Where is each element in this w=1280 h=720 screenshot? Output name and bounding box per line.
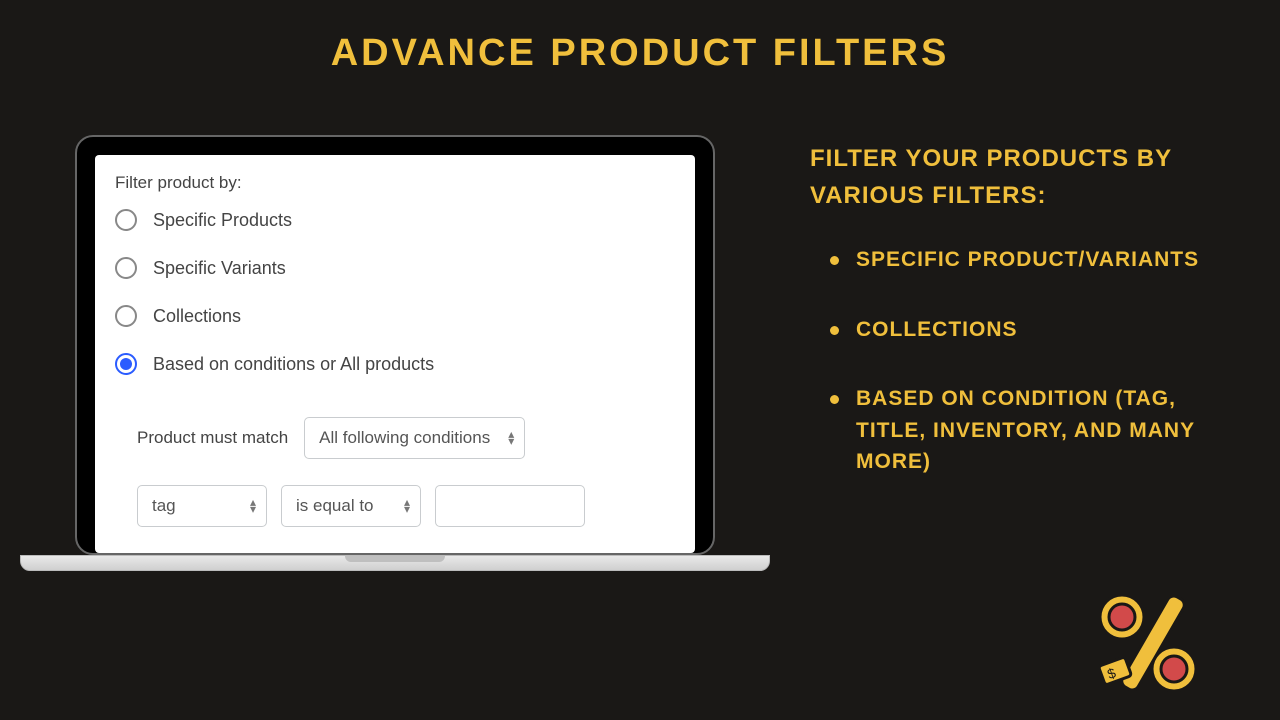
page-title: Advance Product Filters: [0, 0, 1280, 75]
percent-icon: $: [1088, 587, 1208, 702]
bullet-item: Based on Condition (Tag, Title, Inventor…: [830, 383, 1210, 478]
bullet-item: Collections: [830, 314, 1210, 346]
filter-section-label: Filter product by:: [115, 173, 675, 193]
radio-specific-variants[interactable]: Specific Variants: [115, 257, 675, 279]
radio-icon: [115, 353, 137, 375]
condition-value-input[interactable]: [435, 485, 585, 527]
condition-field-select[interactable]: tag ▴▾: [137, 485, 267, 527]
laptop-screen: Filter product by: Specific Products Spe…: [95, 155, 695, 553]
radio-label: Based on conditions or All products: [153, 354, 434, 375]
radio-collections[interactable]: Collections: [115, 305, 675, 327]
radio-label: Collections: [153, 306, 241, 327]
match-row: Product must match All following conditi…: [137, 417, 675, 459]
radio-label: Specific Variants: [153, 258, 286, 279]
select-chevron-icon: ▴▾: [508, 431, 514, 445]
select-chevron-icon: ▴▾: [404, 499, 410, 513]
condition-field-value: tag: [152, 496, 176, 515]
match-select[interactable]: All following conditions ▴▾: [304, 417, 525, 459]
match-select-value: All following conditions: [319, 428, 490, 447]
radio-icon: [115, 257, 137, 279]
radio-conditions[interactable]: Based on conditions or All products: [115, 353, 675, 375]
radio-icon: [115, 305, 137, 327]
side-copy: Filter your products by various filters:…: [770, 135, 1210, 571]
main-content: Filter product by: Specific Products Spe…: [0, 75, 1280, 571]
laptop-notch: [345, 556, 445, 562]
match-label: Product must match: [137, 428, 288, 448]
radio-specific-products[interactable]: Specific Products: [115, 209, 675, 231]
side-bullets: Specific Product/Variants Collections Ba…: [810, 244, 1210, 478]
radio-icon: [115, 209, 137, 231]
laptop-base: [20, 555, 770, 571]
bullet-item: Specific Product/Variants: [830, 244, 1210, 276]
condition-operator-value: is equal to: [296, 496, 374, 515]
radio-label: Specific Products: [153, 210, 292, 231]
condition-row: tag ▴▾ is equal to ▴▾: [137, 485, 675, 527]
laptop-bezel: Filter product by: Specific Products Spe…: [75, 135, 715, 555]
condition-operator-select[interactable]: is equal to ▴▾: [281, 485, 421, 527]
laptop-mockup: Filter product by: Specific Products Spe…: [20, 135, 770, 571]
select-chevron-icon: ▴▾: [250, 499, 256, 513]
side-heading: Filter your products by various filters:: [810, 140, 1210, 214]
